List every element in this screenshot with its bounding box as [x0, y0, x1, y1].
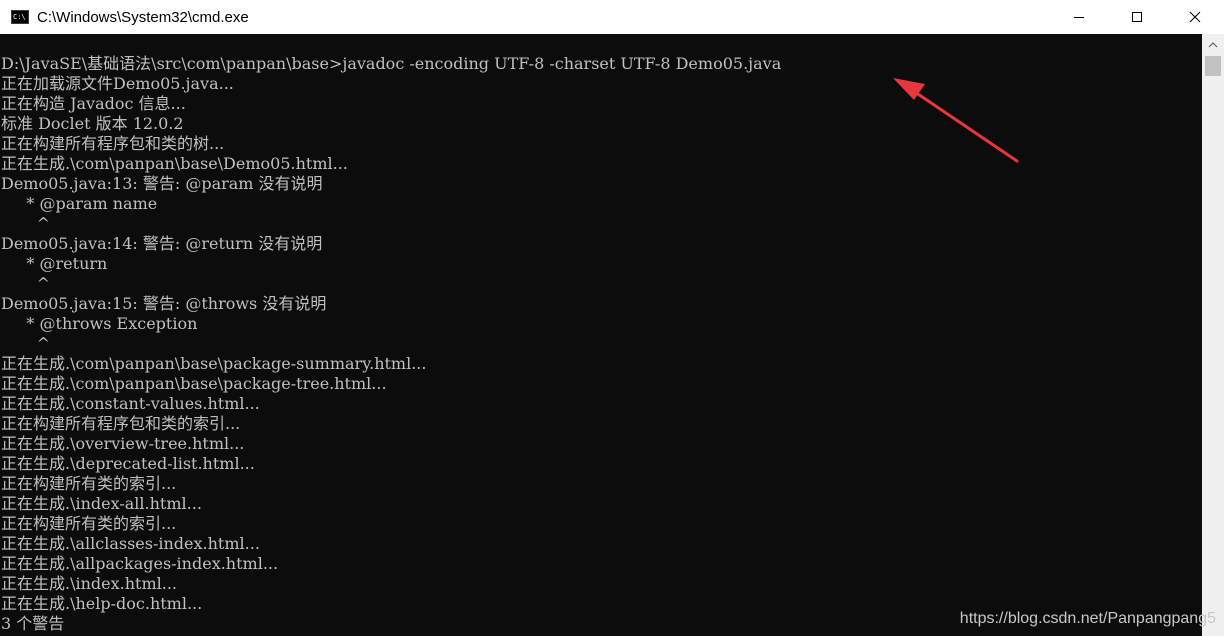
console-line: Demo05.java:15: 警告: @throws 没有说明: [1, 294, 327, 313]
console-output[interactable]: D:\JavaSE\基础语法\src\com\panpan\base>javad…: [0, 34, 1202, 636]
console-line: Demo05.java:13: 警告: @param 没有说明: [1, 174, 323, 193]
console-line: * @return: [1, 254, 108, 273]
console-line: 正在构建所有类的索引...: [1, 474, 177, 493]
watermark: https://blog.csdn.net/Panpangpang5: [959, 610, 1216, 627]
console-line: 正在生成.\com\panpan\base\package-tree.html.…: [1, 374, 387, 393]
cmd-window: C:\ C:\Windows\System32\cmd.exe D:\JavaS…: [0, 0, 1224, 636]
console-line: 正在生成.\overview-tree.html...: [1, 434, 245, 453]
console-line: 3 个警告: [1, 614, 65, 633]
console-line: D:\JavaSE\基础语法\src\com\panpan\base>javad…: [1, 54, 782, 73]
console-line: 正在构造 Javadoc 信息...: [1, 94, 186, 113]
console-line: 正在加载源文件Demo05.java...: [1, 74, 234, 93]
window-controls: [1050, 0, 1224, 34]
scroll-thumb[interactable]: [1205, 56, 1221, 76]
console-line: 正在生成.\index-all.html...: [1, 494, 202, 513]
console-line: ^: [1, 214, 51, 233]
console-line: ^: [1, 274, 51, 293]
title-bar[interactable]: C:\ C:\Windows\System32\cmd.exe: [0, 0, 1224, 34]
console-line: 正在构建所有类的索引...: [1, 514, 177, 533]
window-title: C:\Windows\System32\cmd.exe: [37, 8, 249, 26]
console-line: 标准 Doclet 版本 12.0.2: [1, 114, 184, 133]
console-line: 正在生成.\com\panpan\base\package-summary.ht…: [1, 354, 427, 373]
vertical-scrollbar[interactable]: [1202, 34, 1224, 636]
console-line: 正在生成.\allpackages-index.html...: [1, 554, 279, 573]
console-line: Demo05.java:14: 警告: @return 没有说明: [1, 234, 323, 253]
maximize-icon: [1132, 12, 1142, 22]
minimize-icon: [1074, 17, 1084, 18]
close-icon: [1189, 11, 1201, 23]
minimize-button[interactable]: [1050, 0, 1108, 34]
scroll-up-button[interactable]: [1202, 36, 1224, 54]
console-line: * @throws Exception: [1, 314, 198, 333]
console-line: 正在生成.\deprecated-list.html...: [1, 454, 255, 473]
console-line: 正在生成.\com\panpan\base\Demo05.html...: [1, 154, 348, 173]
chevron-up-icon: [1208, 42, 1218, 48]
close-button[interactable]: [1166, 0, 1224, 34]
maximize-button[interactable]: [1108, 0, 1166, 34]
console-line: 正在构建所有程序包和类的树...: [1, 134, 225, 153]
console-line: * @param name: [1, 194, 158, 213]
console-line: 正在生成.\allclasses-index.html...: [1, 534, 260, 553]
console-line: ^: [1, 334, 51, 353]
console-line: 正在生成.\index.html...: [1, 574, 178, 593]
cmd-icon: C:\: [11, 10, 29, 24]
console-line: 正在构建所有程序包和类的索引...: [1, 414, 241, 433]
console-line: 正在生成.\help-doc.html...: [1, 594, 203, 613]
console-lines: D:\JavaSE\基础语法\src\com\panpan\base>javad…: [1, 54, 781, 634]
cmd-icon-label: C:\: [13, 13, 26, 21]
console-line: 正在生成.\constant-values.html...: [1, 394, 260, 413]
